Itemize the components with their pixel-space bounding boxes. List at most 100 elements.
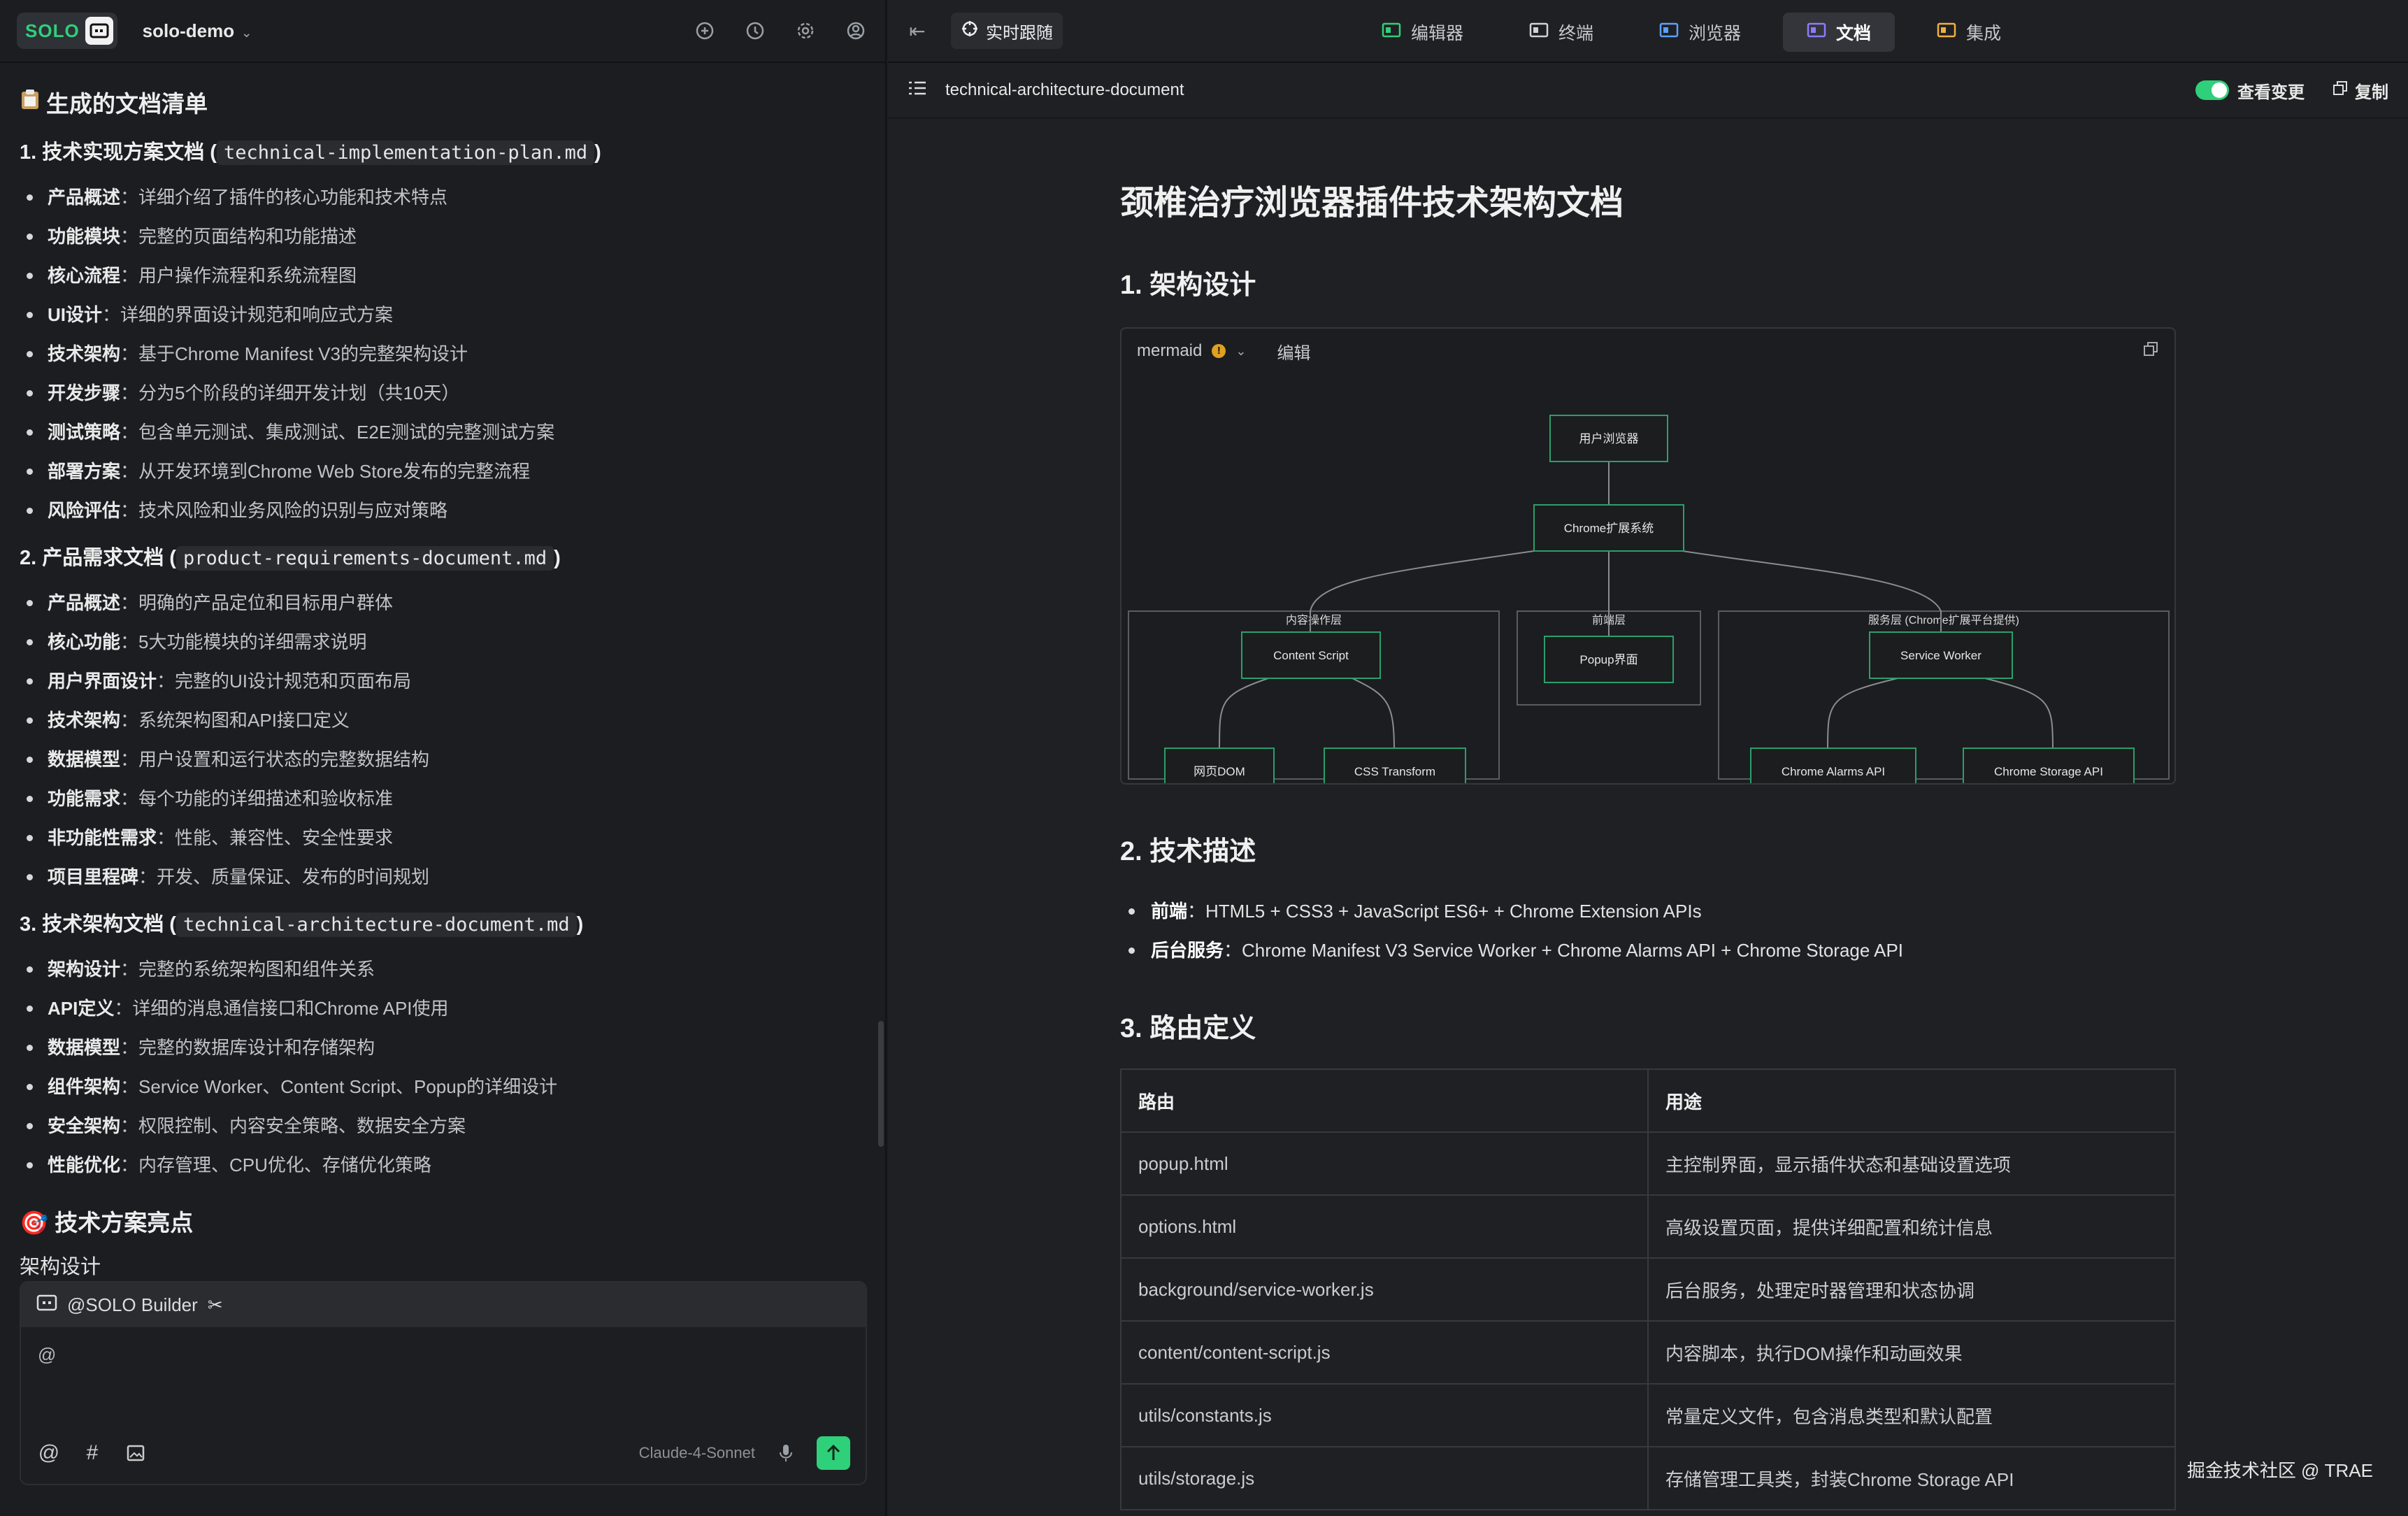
doc-section-heading: 3. 技术架构文档 (technical-architecture-docume… [20,908,866,937]
file-name[interactable]: product-requirements-document.md [175,546,554,571]
hash-icon[interactable]: # [80,1440,105,1466]
agent-header[interactable]: @SOLO Builder ✂ [21,1282,866,1327]
section-title-suffix: ) [594,141,601,164]
item-key: 开发步骤 [48,382,121,403]
doc-section-items: 产品概述：详细介绍了插件的核心功能和技术特点 功能模块：完整的页面结构和功能描述核… [20,178,866,530]
copy-button[interactable]: 复制 [2355,78,2388,103]
node-extension-label: Chrome扩展系统 [1564,522,1654,535]
item-key: 非功能性需求 [48,827,157,848]
send-button[interactable] [817,1436,850,1470]
section-title-suffix: ) [576,913,584,936]
tab-label: 集成 [1966,24,2002,43]
tab-0[interactable]: 编辑器 [1358,13,1487,52]
list-item: 安全架构：权限控制、内容安全策略、数据安全方案 [20,1106,866,1145]
table-header: 用途 [1647,1068,2176,1133]
solo-builder-icon [36,1294,57,1317]
model-selector[interactable]: Claude-4-Sonnet [639,1444,755,1462]
copy-diagram-icon[interactable] [2142,341,2159,362]
browser-icon [1659,22,1679,43]
table-cell: 高级设置页面，提供详细配置和统计信息 [1647,1194,2176,1259]
collapse-icon[interactable]: ⇤ [905,18,930,43]
new-chat-icon[interactable] [692,18,717,43]
list-item: 部署方案：从开发环境到Chrome Web Store发布的完整流程 [20,452,866,491]
table-cell: 常量定义文件，包含消息类型和默认配置 [1647,1383,2176,1447]
copy-icon[interactable] [2332,80,2348,101]
message-input[interactable]: @ [21,1327,866,1411]
project-switcher[interactable]: solo-demo ⌄ [143,20,252,42]
tech-item: 前端：HTML5 + CSS3 + JavaScript ES6+ + Chro… [1120,892,2176,931]
tools-icon: ✂ [207,1294,223,1315]
table-cell: 内容脚本，执行DOM操作和动画效果 [1647,1320,2176,1385]
item-key: 测试策略 [48,422,121,443]
item-value: ：完整的页面结构和功能描述 [120,226,357,247]
table-row: options.html 高级设置页面，提供详细配置和统计信息 [1120,1194,2176,1259]
history-icon[interactable] [743,18,768,43]
item-value: ：完整的数据库设计和存储架构 [120,1037,375,1058]
item-key: 性能优化 [48,1154,121,1175]
highlights-title: 技术方案亮点 [55,1210,194,1236]
item-key: 功能需求 [48,788,121,809]
scrollbar[interactable] [878,1021,884,1147]
tab-3[interactable]: 文档 [1783,13,1895,52]
item-key: 产品概述 [48,187,121,208]
solo-badge[interactable]: SOLO [17,13,117,49]
group-service-label: 服务层 (Chrome扩展平台提供) [1868,614,2019,627]
integration-icon [1937,22,1956,43]
settings-icon[interactable] [793,18,818,43]
doc-list-heading: 生成的文档清单 [20,85,866,119]
edge-cs-dom [1219,678,1269,750]
item-value: ：从开发环境到Chrome Web Store发布的完整流程 [120,461,531,482]
file-name[interactable]: technical-implementation-plan.md [216,141,595,165]
tab-4[interactable]: 集成 [1913,13,2025,52]
item-value: ：分为5个阶段的详细开发计划（共10天） [120,382,460,403]
table-cell: content/content-script.js [1120,1320,1649,1385]
item-value: ：5大功能模块的详细需求说明 [120,631,367,652]
item-value: ：权限控制、内容安全策略、数据安全方案 [120,1115,466,1136]
item-key: 部署方案 [48,461,121,482]
tab-1[interactable]: 终端 [1505,13,1617,52]
item-key: 技术架构 [48,710,121,731]
mermaid-diagram: mermaid ! ⌄ 编辑 内容操作层 前端层 服务层 (Chrome扩展平台… [1120,327,2176,795]
account-icon[interactable] [843,18,868,43]
list-item: 非功能性需求：性能、兼容性、安全性要求 [20,818,866,857]
item-value: ：基于Chrome Manifest V3的完整架构设计 [120,343,468,364]
list-item: 数据模型：完整的数据库设计和存储架构 [20,1028,866,1067]
table-row: background/service-worker.js 后台服务，处理定时器管理… [1120,1257,2176,1322]
edit-button[interactable]: 编辑 [1277,339,1310,364]
item-value: ：详细介绍了插件的核心功能和技术特点 [120,187,448,208]
workspace-topbar: ⇤ 实时跟随 编辑器 终端 浏览器 文档 集成 [888,0,2408,63]
tab-2[interactable]: 浏览器 [1635,13,1765,52]
tab-label: 文档 [1836,24,1872,43]
view-changes-toggle[interactable] [2195,80,2229,100]
live-follow-label: 实时跟随 [986,23,1053,43]
doc-section-items: 架构设计：完整的系统架构图和组件关系 API定义：详细的消息通信接口和Chrome… [20,950,866,1185]
item-key: 风险评估 [48,500,121,521]
code-editor-icon [1382,22,1401,43]
table-row: content/content-script.js 内容脚本，执行DOM操作和动画… [1120,1320,2176,1385]
chevron-down-icon: ⌄ [241,25,252,40]
mention-icon[interactable]: @ [36,1440,62,1466]
image-icon[interactable] [123,1440,148,1466]
item-key: 组件架构 [48,1076,121,1097]
live-follow-button[interactable]: 实时跟随 [951,13,1063,49]
section-architecture: 1. 架构设计 [1120,271,1256,300]
tab-label: 浏览器 [1689,24,1742,43]
doc-section-heading: 2. 产品需求文档 (product-requirements-document… [20,541,866,571]
file-name[interactable]: technical-architecture-document.md [175,913,577,937]
section-tech: 2. 技术描述 [1120,837,1256,866]
chat-panel: SOLO solo-demo ⌄ 生成的文档清单 1. 技术实现方案文档 (tec… [0,0,887,1516]
list-item: 技术架构：系统架构图和API接口定义 [20,701,866,740]
chevron-down-icon[interactable]: ⌄ [1235,344,1246,359]
group-content-label: 内容操作层 [1286,614,1342,627]
outline-icon[interactable] [908,80,927,101]
route-table: 路由 用途 popup.html 主控制界面，显示插件状态和基础设置选项 option… [1120,1068,2176,1510]
tech-key: 前端 [1151,901,1188,922]
doc-section-heading: 1. 技术实现方案文档 (technical-implementation-pl… [20,136,866,165]
table-row: utils/storage.js 存储管理工具类，封装Chrome Storage… [1120,1446,2176,1510]
microphone-icon[interactable] [773,1440,798,1466]
table-cell: utils/constants.js [1120,1383,1649,1447]
item-value: ：Service Worker、Content Script、Popup的详细设… [120,1076,558,1097]
list-item: 功能模块：完整的页面结构和功能描述 [20,217,866,256]
item-value: ：开发、质量保证、发布的时间规划 [138,866,430,887]
document-body: 2. 技术描述 前端：HTML5 + CSS3 + JavaScript ES6… [1120,829,2176,1510]
